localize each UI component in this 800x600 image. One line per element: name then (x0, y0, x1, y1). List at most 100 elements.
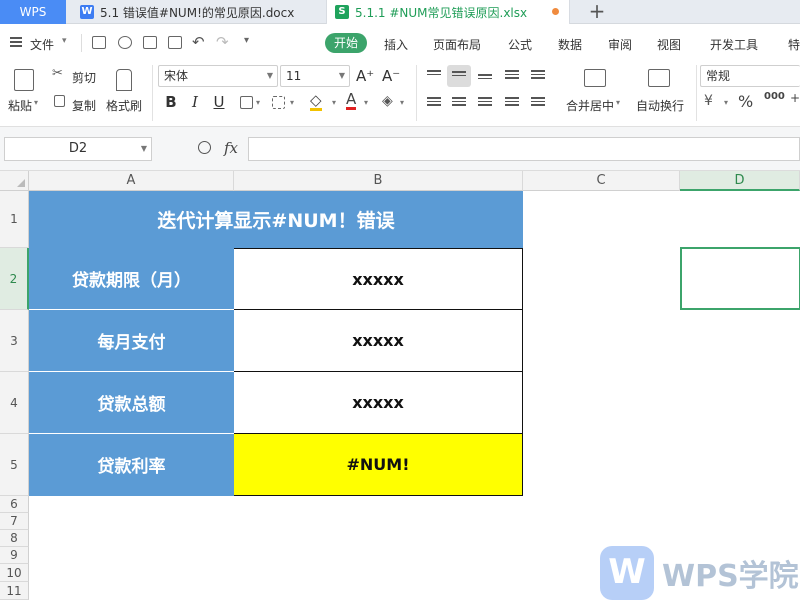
tab-docx-file[interactable]: W 5.1 错误值#NUM!的常见原因.docx (72, 0, 320, 24)
save-icon[interactable] (92, 36, 106, 49)
currency-icon[interactable]: ¥ (704, 93, 713, 109)
cut-button[interactable]: 剪切 (72, 69, 96, 86)
print-icon[interactable] (143, 36, 157, 49)
justify-icon[interactable] (505, 97, 519, 109)
row-header-4[interactable]: 4 (0, 372, 29, 434)
number-format-select[interactable]: 常规 (700, 65, 800, 87)
merge-center-icon[interactable] (584, 69, 606, 87)
distributed-icon[interactable] (531, 97, 545, 109)
wrap-text-button[interactable]: 自动换行 (636, 97, 684, 114)
tab-formulas[interactable]: 公式 (508, 36, 532, 53)
row-header-2[interactable]: 2 (0, 248, 29, 310)
paste-icon[interactable] (14, 69, 34, 91)
fill-color-icon[interactable]: ◇ (310, 93, 322, 111)
file-menu-chevron-down-icon[interactable]: ▾ (62, 36, 67, 46)
increase-font-icon[interactable]: A⁺ (356, 67, 374, 85)
name-box[interactable]: D2 ▼ (4, 137, 152, 161)
tab-home[interactable]: 开始 (325, 33, 367, 53)
align-left-icon[interactable] (427, 97, 441, 109)
column-header-d[interactable]: D (680, 171, 800, 191)
formula-input[interactable] (248, 137, 800, 161)
bold-icon[interactable]: B (162, 93, 180, 111)
tab-xlsx-file[interactable]: S 5.1.1 #NUM常见错误原因.xlsx (326, 0, 570, 24)
tab-review[interactable]: 审阅 (608, 36, 632, 53)
row-header-8[interactable]: 8 (0, 530, 29, 547)
font-size-select[interactable]: 11 ▼ (280, 65, 350, 87)
italic-icon[interactable]: I (186, 93, 204, 111)
border-chevron-down-icon[interactable]: ▾ (256, 98, 260, 107)
tab-insert[interactable]: 插入 (384, 36, 408, 53)
align-right-icon[interactable] (478, 97, 492, 109)
tab-view[interactable]: 视图 (657, 36, 681, 53)
row-header-1[interactable]: 1 (0, 191, 29, 248)
add-tab-button[interactable]: + (586, 0, 608, 24)
column-header-c[interactable]: C (523, 171, 680, 191)
value-cell-loan-term[interactable]: xxxxx (234, 248, 523, 310)
paste-chevron-down-icon[interactable]: ▾ (34, 98, 38, 107)
tab-page-layout[interactable]: 页面布局 (433, 36, 481, 53)
row-header-7[interactable]: 7 (0, 513, 29, 530)
value-cell-interest-rate-error[interactable]: #NUM! (234, 434, 523, 496)
file-menu[interactable]: 文件 (30, 36, 54, 53)
format-painter-button[interactable]: 格式刷 (106, 97, 142, 114)
wps-home-tab[interactable]: WPS (0, 0, 66, 24)
align-bottom-icon[interactable] (478, 74, 492, 86)
value-cell-loan-amount[interactable]: xxxxx (234, 372, 523, 434)
row-header-3[interactable]: 3 (0, 310, 29, 372)
export-icon[interactable] (118, 36, 132, 49)
tab-special[interactable]: 特 (788, 36, 800, 53)
print-preview-icon[interactable] (168, 36, 182, 49)
paste-button[interactable]: 粘贴 (8, 97, 32, 114)
redo-icon[interactable]: ↷ (216, 33, 229, 51)
label-cell-monthly-payment[interactable]: 每月支付 (29, 310, 234, 372)
select-all-corner[interactable] (0, 171, 29, 191)
active-cell-d2[interactable] (680, 247, 800, 310)
sheet-title-cell[interactable]: 迭代计算显示#NUM！错误 (29, 191, 523, 248)
format-painter-icon[interactable] (116, 69, 132, 91)
clear-chevron-down-icon[interactable]: ▾ (400, 98, 404, 107)
row-header-10[interactable]: 10 (0, 564, 29, 582)
column-header-b[interactable]: B (234, 171, 523, 191)
clear-eraser-icon[interactable]: ◈ (382, 93, 393, 109)
label-cell-loan-amount[interactable]: 贷款总额 (29, 372, 234, 434)
align-center-icon[interactable] (452, 97, 466, 109)
currency-chevron-down-icon[interactable]: ▾ (724, 98, 728, 107)
column-header-a[interactable]: A (29, 171, 234, 191)
label-cell-interest-rate[interactable]: 贷款利率 (29, 434, 234, 496)
font-color-icon[interactable]: A (346, 92, 357, 110)
row-header-5[interactable]: 5 (0, 434, 29, 496)
border-icon[interactable] (240, 96, 253, 109)
cell-style-chevron-down-icon[interactable]: ▾ (290, 98, 294, 107)
align-top-icon[interactable] (427, 70, 441, 82)
wrap-text-icon[interactable] (648, 69, 670, 87)
thousands-separator-icon[interactable]: 000 (764, 91, 785, 102)
copy-button[interactable]: 复制 (72, 97, 96, 114)
decrease-font-icon[interactable]: A⁻ (382, 67, 400, 85)
label-cell-loan-term[interactable]: 贷款期限（月） (29, 248, 234, 310)
decimal-icon[interactable]: + (790, 91, 800, 105)
font-color-chevron-down-icon[interactable]: ▾ (364, 98, 368, 107)
underline-icon[interactable]: U (210, 93, 228, 111)
value-cell-monthly-payment[interactable]: xxxxx (234, 310, 523, 372)
customize-chevron-down-icon[interactable]: ▾ (244, 35, 249, 46)
copy-icon[interactable] (54, 95, 65, 107)
row-header-9[interactable]: 9 (0, 547, 29, 564)
percent-icon[interactable]: % (738, 92, 753, 111)
font-name-select[interactable]: 宋体 ▼ (158, 65, 278, 87)
row-header-6[interactable]: 6 (0, 496, 29, 513)
align-middle-icon[interactable] (452, 71, 466, 83)
zoom-search-icon[interactable] (198, 141, 211, 154)
merge-center-chevron-down-icon[interactable]: ▾ (616, 98, 620, 107)
undo-icon[interactable]: ↶ (192, 33, 205, 51)
scissors-icon[interactable]: ✂ (52, 66, 63, 81)
increase-indent-icon[interactable] (531, 70, 545, 82)
row-header-11[interactable]: 11 (0, 582, 29, 600)
tab-developer[interactable]: 开发工具 (710, 36, 758, 53)
tab-data[interactable]: 数据 (558, 36, 582, 53)
decrease-indent-icon[interactable] (505, 70, 519, 82)
fill-color-chevron-down-icon[interactable]: ▾ (332, 98, 336, 107)
function-icon[interactable]: fx (224, 139, 238, 157)
merge-center-button[interactable]: 合并居中 (566, 97, 614, 114)
menu-hamburger-icon[interactable] (10, 37, 22, 47)
cell-style-icon[interactable] (272, 96, 285, 109)
